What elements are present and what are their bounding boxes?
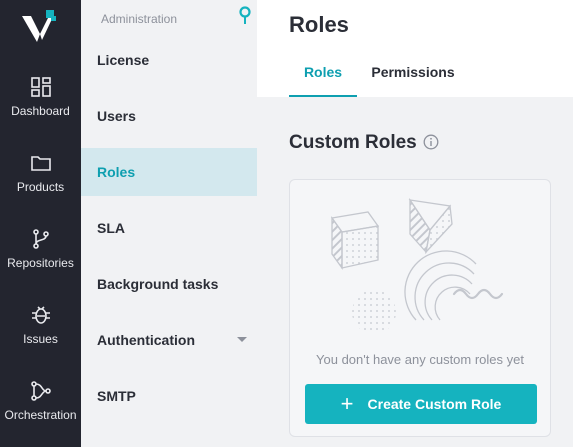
bug-icon <box>31 306 50 324</box>
sidebar-item-smtp[interactable]: SMTP <box>81 372 257 420</box>
sidebar-item-label: Users <box>97 108 136 124</box>
rail-item-issues[interactable]: Issues <box>0 304 81 368</box>
page-header: Roles Roles Permissions <box>257 0 573 97</box>
sidebar-header: Administration <box>101 12 178 26</box>
tab-permissions[interactable]: Permissions <box>367 64 459 97</box>
sidebar-item-label: Authentication <box>97 332 195 348</box>
admin-sidebar: Administration License Users Roles SLA B… <box>81 0 257 447</box>
empty-state-illustration <box>330 197 504 334</box>
rail-label: Products <box>16 180 65 194</box>
folder-icon <box>30 156 51 171</box>
sidebar-item-users[interactable]: Users <box>81 92 257 140</box>
rail-label: Repositories <box>7 256 74 270</box>
pin-icon[interactable] <box>239 6 251 24</box>
sidebar-item-label: SLA <box>97 220 125 236</box>
sidebar-item-sla[interactable]: SLA <box>81 204 257 252</box>
sidebar-item-roles[interactable]: Roles <box>81 148 257 196</box>
sidebar-item-label: Background tasks <box>97 276 219 292</box>
sidebar-item-label: SMTP <box>97 388 136 404</box>
rail-label: Orchestration <box>4 408 77 422</box>
plus-icon: + <box>340 391 354 416</box>
rail-item-products[interactable]: Products <box>0 152 81 216</box>
empty-state-text: You don't have any custom roles yet <box>316 352 524 367</box>
rail-label: Issues <box>23 332 58 346</box>
rail-item-repositories[interactable]: Repositories <box>0 228 81 292</box>
branch-icon <box>32 229 49 249</box>
main-content: Roles Roles Permissions Custom Roles You… <box>257 0 573 447</box>
section-title: Custom Roles <box>289 132 417 153</box>
empty-state-card: You don't have any custom roles yet + Cr… <box>289 179 551 437</box>
dashboard-icon <box>30 77 51 97</box>
rail-item-dashboard[interactable]: Dashboard <box>0 76 81 140</box>
rail-label: Dashboard <box>11 104 70 118</box>
orchestration-icon <box>30 381 51 401</box>
create-button-label: Create Custom Role <box>367 396 502 412</box>
chevron-down-icon <box>237 337 247 342</box>
nav-rail: Dashboard Products Repositories Issues O… <box>0 0 81 447</box>
sidebar-item-label: License <box>97 52 150 68</box>
rail-item-orchestration[interactable]: Orchestration <box>0 380 81 444</box>
sidebar-item-background-tasks[interactable]: Background tasks <box>81 260 257 308</box>
app-logo[interactable] <box>22 10 58 44</box>
info-icon[interactable] <box>423 134 439 150</box>
sidebar-item-authentication[interactable]: Authentication <box>81 316 257 364</box>
sidebar-item-license[interactable]: License <box>81 36 257 84</box>
page-title: Roles <box>289 12 349 37</box>
tab-roles[interactable]: Roles <box>289 64 357 97</box>
create-custom-role-button[interactable]: + Create Custom Role <box>305 384 537 424</box>
sidebar-item-label: Roles <box>97 164 136 180</box>
